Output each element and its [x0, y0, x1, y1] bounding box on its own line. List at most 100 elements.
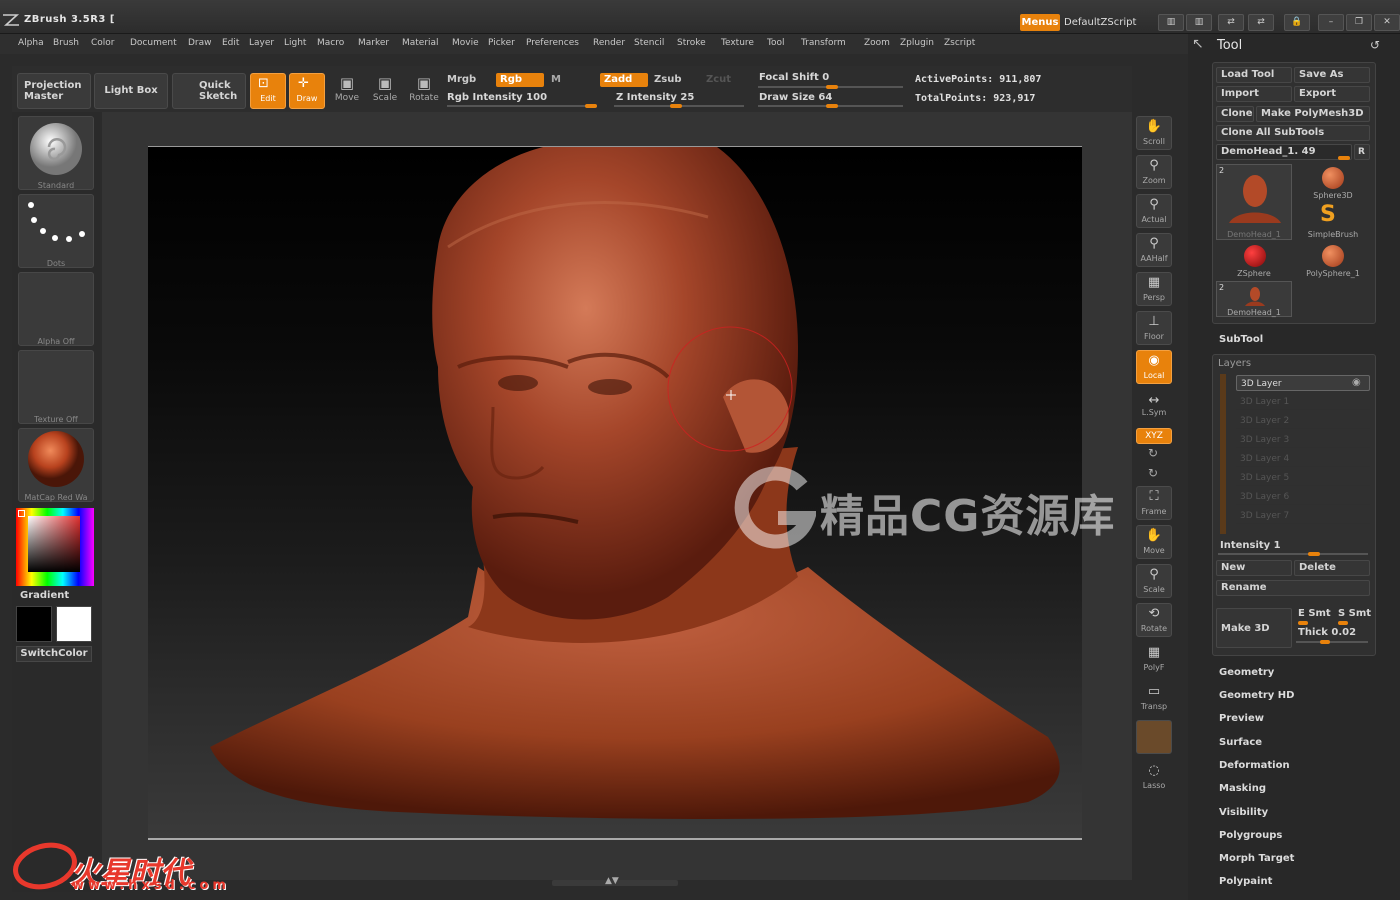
rgb-intensity-track[interactable] — [447, 105, 597, 107]
menu-stroke[interactable]: Stroke — [677, 38, 706, 48]
tool-thumb-zsphere-label[interactable]: ZSphere — [1216, 269, 1292, 278]
rgb-toggle[interactable]: Rgb — [496, 73, 544, 87]
menu-zplugin[interactable]: Zplugin — [900, 38, 934, 48]
rotate-z-icon[interactable]: ↻ — [1148, 466, 1158, 480]
make-polymesh3d-button[interactable]: Make PolyMesh3D — [1256, 106, 1370, 122]
zsphere-icon[interactable] — [1244, 245, 1266, 267]
s-smt-knob[interactable] — [1338, 621, 1348, 625]
menu-light[interactable]: Light — [284, 38, 306, 48]
brush-selector[interactable] — [18, 116, 94, 190]
delete-layer-button[interactable]: Delete — [1294, 560, 1370, 576]
color-picker-square[interactable] — [28, 516, 80, 572]
menu-zoom[interactable]: Zoom — [864, 38, 890, 48]
sphere3d-icon[interactable] — [1322, 167, 1344, 189]
e-smt-knob[interactable] — [1298, 621, 1308, 625]
menu-tool[interactable]: Tool — [767, 38, 784, 48]
layer-row[interactable]: 3D Layer 3 — [1236, 432, 1370, 448]
zsub-toggle[interactable]: Zsub — [650, 73, 685, 87]
lock-icon[interactable]: 🔒 — [1284, 14, 1310, 31]
menu-render[interactable]: Render — [593, 38, 625, 48]
layer-row[interactable]: 3D Layer 5 — [1236, 470, 1370, 486]
menu-alpha[interactable]: Alpha — [18, 38, 44, 48]
rotate-y-icon[interactable]: ↻ — [1148, 446, 1158, 460]
m-toggle[interactable]: M — [547, 73, 565, 87]
geometry-hd-section[interactable]: Geometry HD — [1219, 690, 1294, 701]
polypaint-section[interactable]: Polypaint — [1219, 876, 1272, 887]
menu-marker[interactable]: Marker — [358, 38, 389, 48]
tool-slider-knob[interactable] — [1338, 156, 1350, 160]
lsym-button[interactable]: ↔ L.Sym — [1136, 393, 1172, 421]
import-button[interactable]: Import — [1216, 86, 1292, 102]
layer-row[interactable]: 3D Layer 1 — [1236, 394, 1370, 410]
rename-layer-button[interactable]: Rename — [1216, 580, 1370, 596]
tool-thumb-polysphere-label[interactable]: PolySphere_1 — [1296, 269, 1370, 278]
menu-macro[interactable]: Macro — [317, 38, 344, 48]
deformation-section[interactable]: Deformation — [1219, 760, 1290, 771]
restore-icon[interactable]: ❐ — [1346, 14, 1372, 31]
secondary-color-swatch[interactable] — [56, 606, 92, 642]
draw-size-slider[interactable]: Draw Size 64 — [755, 91, 836, 105]
thick-track[interactable] — [1296, 641, 1368, 643]
tool-slider[interactable]: DemoHead_1. 49 — [1216, 144, 1352, 160]
ghost-button[interactable] — [1136, 720, 1172, 754]
new-layer-button[interactable]: New — [1216, 560, 1292, 576]
menu-material[interactable]: Material — [402, 38, 439, 48]
collapse-arrows-icon[interactable]: ▲▼ — [605, 876, 619, 886]
focal-shift-slider[interactable]: Focal Shift 0 — [755, 71, 833, 85]
move-view-button[interactable]: ✋ Move — [1136, 525, 1172, 559]
menu-edit[interactable]: Edit — [222, 38, 239, 48]
layer-intensity-slider[interactable]: Intensity 1 — [1220, 540, 1281, 551]
main-color-swatch[interactable] — [16, 606, 52, 642]
close-icon[interactable]: ✕ — [1374, 14, 1400, 31]
preview-section[interactable]: Preview — [1219, 713, 1264, 724]
thick-knob[interactable] — [1320, 640, 1330, 644]
make-3d-button[interactable]: Make 3D — [1216, 608, 1292, 648]
layer-intensity-track[interactable] — [1218, 553, 1368, 555]
layers-scrollbar[interactable] — [1220, 374, 1226, 534]
xyz-button[interactable]: XYZ — [1136, 428, 1172, 444]
quick-sketch-button[interactable]: Quick Sketch — [172, 73, 246, 109]
swap-panels-2-icon[interactable]: ⇄ — [1248, 14, 1274, 31]
layout-1-icon[interactable]: ▥ — [1158, 14, 1184, 31]
light-box-button[interactable]: Light Box — [94, 73, 168, 109]
scale-view-button[interactable]: ⚲ Scale — [1136, 564, 1172, 598]
color-picker-marker[interactable] — [18, 510, 25, 517]
projection-master-button[interactable]: Projection Master — [17, 73, 91, 109]
rotate-button[interactable]: ▣ Rotate — [405, 73, 443, 109]
color-picker[interactable] — [16, 508, 94, 586]
thick-slider[interactable]: Thick 0.02 — [1298, 627, 1356, 638]
floor-button[interactable]: ⊥ Floor — [1136, 311, 1172, 345]
texture-selector[interactable] — [18, 350, 94, 424]
z-intensity-slider[interactable]: Z Intensity 25 — [612, 91, 698, 105]
polygroups-section[interactable]: Polygroups — [1219, 830, 1282, 841]
tool-thumb-sphere3d-label[interactable]: Sphere3D — [1296, 191, 1370, 200]
rotate-view-button[interactable]: ⟲ Rotate — [1136, 603, 1172, 637]
zcut-toggle[interactable]: Zcut — [702, 73, 735, 87]
focal-shift-knob[interactable] — [826, 85, 838, 89]
clone-all-subtools-button[interactable]: Clone All SubTools — [1216, 125, 1370, 141]
menu-draw[interactable]: Draw — [188, 38, 212, 48]
zadd-toggle[interactable]: Zadd — [600, 73, 648, 87]
transp-button[interactable]: ▭ Transp — [1136, 681, 1172, 715]
s-smt-slider[interactable]: S Smt — [1338, 608, 1371, 619]
stroke-selector[interactable] — [18, 194, 94, 268]
zoom-button[interactable]: ⚲ Zoom — [1136, 155, 1172, 189]
mrgb-toggle[interactable]: Mrgb — [443, 73, 480, 87]
masking-section[interactable]: Masking — [1219, 783, 1266, 794]
minimize-icon[interactable]: – — [1318, 14, 1344, 31]
layer-row[interactable]: 3D Layer 7 — [1236, 508, 1370, 524]
menu-color[interactable]: Color — [91, 38, 115, 48]
tool-palette-hook-icon[interactable]: ↖ — [1192, 36, 1204, 52]
palette-reset-icon[interactable]: ↺ — [1370, 38, 1380, 52]
layers-title[interactable]: Layers — [1218, 358, 1251, 369]
tool-r-button[interactable]: R — [1354, 144, 1370, 160]
menu-zscript[interactable]: Zscript — [944, 38, 975, 48]
tool-thumb-demohead[interactable] — [1216, 164, 1292, 240]
scale-button[interactable]: ▣ Scale — [366, 73, 404, 109]
draw-size-knob[interactable] — [826, 104, 838, 108]
z-intensity-knob[interactable] — [670, 104, 682, 108]
layout-2-icon[interactable]: ▥ — [1186, 14, 1212, 31]
menu-transform[interactable]: Transform — [801, 38, 846, 48]
morph-target-section[interactable]: Morph Target — [1219, 853, 1294, 864]
simplebrush-icon[interactable]: S — [1320, 202, 1336, 227]
